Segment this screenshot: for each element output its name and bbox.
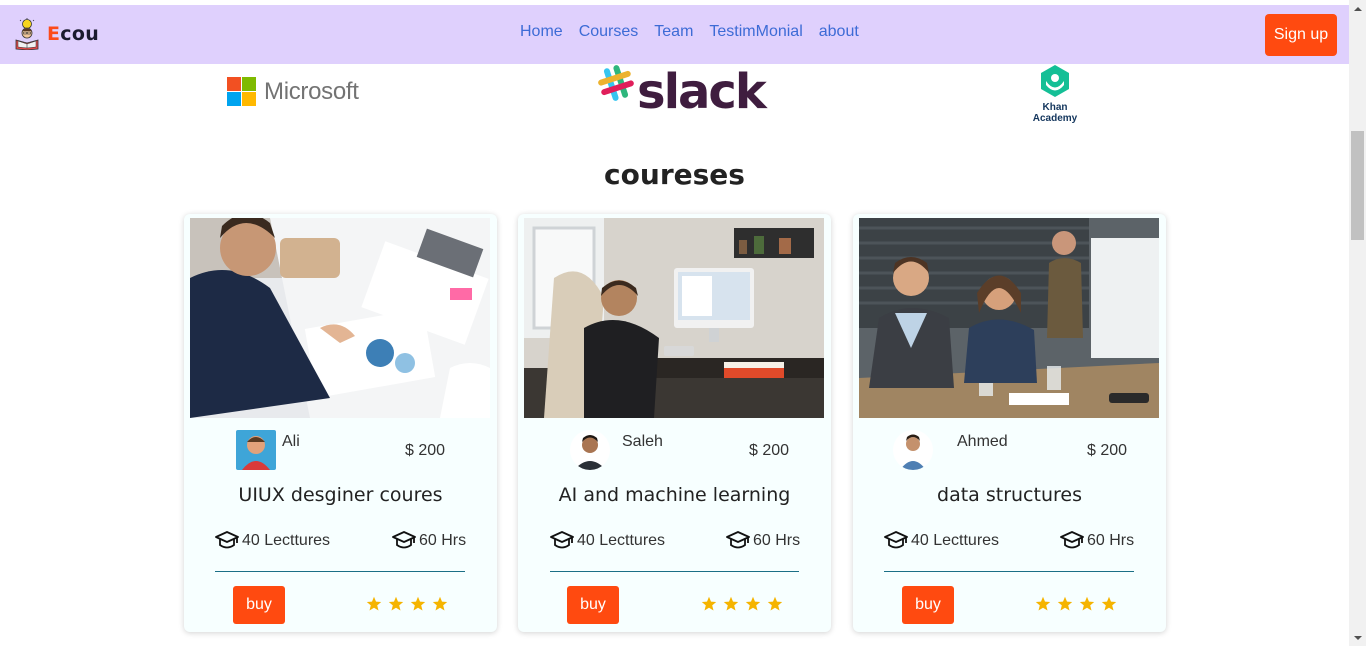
nav-links: Home Courses Team TestimMonial about xyxy=(512,23,867,41)
slack-logo: slack xyxy=(597,64,767,120)
slack-wordmark: slack xyxy=(637,64,767,120)
instructor-name: Ali xyxy=(282,433,300,450)
course-image xyxy=(859,218,1159,418)
course-price: $ 200 xyxy=(405,442,446,459)
slack-hash-icon xyxy=(598,65,634,101)
hours-info: 60 Hrs xyxy=(392,530,466,552)
khan-hexagon-icon xyxy=(1041,65,1069,97)
hours-info: 60 Hrs xyxy=(726,530,800,552)
lectures-count: 40 Lecttures xyxy=(911,532,1000,549)
brand[interactable]: Ecou xyxy=(13,18,99,50)
graduation-cap-icon xyxy=(215,531,239,549)
star-icon xyxy=(366,596,382,611)
avatar xyxy=(570,430,610,470)
course-card: Ahmed $ 200 data structures 40 Lecttures… xyxy=(853,214,1166,632)
star-icon xyxy=(701,596,717,611)
star-icon xyxy=(1035,596,1051,611)
hours-count: 60 Hrs xyxy=(419,532,467,549)
star-icon xyxy=(1101,596,1117,611)
graduation-cap-icon xyxy=(550,531,574,549)
book-reader-icon xyxy=(15,18,39,50)
hours-count: 60 Hrs xyxy=(1087,532,1135,549)
star-icon xyxy=(745,596,761,611)
microsoft-wordmark: Microsoft xyxy=(264,77,359,105)
course-image xyxy=(190,218,490,418)
nav-testimonial[interactable]: TestimMonial xyxy=(701,23,810,41)
section-title: coureses xyxy=(604,158,745,191)
star-icon xyxy=(432,596,448,611)
page: Ecou Home Courses Team TestimMonial abou… xyxy=(0,0,1366,646)
graduation-cap-icon xyxy=(392,531,416,549)
scroll-thumb[interactable] xyxy=(1351,131,1364,240)
instructor-name: Saleh xyxy=(622,433,663,450)
course-price: $ 200 xyxy=(1087,442,1128,459)
card-divider xyxy=(550,571,799,572)
course-image xyxy=(524,218,824,418)
nav-team[interactable]: Team xyxy=(646,23,701,41)
lectures-info: 40 Lecttures xyxy=(884,530,999,552)
card-divider xyxy=(215,571,465,572)
avatar xyxy=(236,430,276,470)
brand-rest: cou xyxy=(60,23,100,45)
course-price: $ 200 xyxy=(749,442,790,459)
graduation-cap-icon xyxy=(884,531,908,549)
nav-home[interactable]: Home xyxy=(512,23,571,41)
buy-button[interactable]: buy xyxy=(902,586,954,624)
rating-stars xyxy=(1035,596,1117,612)
instructor: Ali xyxy=(236,430,300,470)
microsoft-squares-icon xyxy=(227,77,256,106)
buy-button[interactable]: buy xyxy=(567,586,619,624)
hours-info: 60 Hrs xyxy=(1060,530,1134,552)
avatar xyxy=(893,430,933,470)
course-title: data structures xyxy=(937,484,1082,506)
lectures-count: 40 Lecttures xyxy=(577,532,666,549)
nav-courses[interactable]: Courses xyxy=(571,23,647,41)
rating-stars xyxy=(366,596,448,612)
graduation-cap-icon xyxy=(726,531,750,549)
star-icon xyxy=(388,596,404,611)
star-icon xyxy=(1057,596,1073,611)
instructor-name: Ahmed xyxy=(957,433,1008,450)
khan-line1: Khan xyxy=(1042,102,1068,113)
lectures-info: 40 Lecttures xyxy=(550,530,665,552)
khan-academy-logo: Khan Academy xyxy=(1030,64,1080,124)
scroll-up-arrow-icon[interactable] xyxy=(1349,0,1366,17)
course-card: Saleh $ 200 AI and machine learning 40 L… xyxy=(518,214,831,632)
partner-logos: Microsoft slack Khan Academy xyxy=(0,64,1349,134)
instructor: Saleh xyxy=(570,430,663,470)
scroll-down-arrow-icon[interactable] xyxy=(1349,629,1366,646)
course-title: AI and machine learning xyxy=(558,484,791,506)
buy-button[interactable]: buy xyxy=(233,586,285,624)
nav-about[interactable]: about xyxy=(811,23,867,41)
lectures-info: 40 Lecttures xyxy=(215,530,330,552)
card-divider xyxy=(884,571,1134,572)
hours-count: 60 Hrs xyxy=(753,532,801,549)
course-title: UIUX desginer coures xyxy=(238,484,443,506)
signup-button[interactable]: Sign up xyxy=(1265,14,1337,56)
scrollbar[interactable] xyxy=(1349,0,1366,646)
star-icon xyxy=(767,596,783,611)
star-icon xyxy=(410,596,426,611)
instructor: Ahmed xyxy=(893,430,1008,470)
brand-name: Ecou xyxy=(47,23,99,45)
graduation-cap-icon xyxy=(1060,531,1084,549)
course-card: Ali $ 200 UIUX desginer coures 40 Lecttu… xyxy=(184,214,497,632)
khan-line2: Academy xyxy=(1032,113,1078,124)
brand-first-letter: E xyxy=(47,23,61,45)
star-icon xyxy=(723,596,739,611)
microsoft-logo: Microsoft xyxy=(227,77,359,106)
navbar: Ecou Home Courses Team TestimMonial abou… xyxy=(0,5,1349,64)
lectures-count: 40 Lecttures xyxy=(242,532,331,549)
rating-stars xyxy=(701,596,783,612)
star-icon xyxy=(1079,596,1095,611)
